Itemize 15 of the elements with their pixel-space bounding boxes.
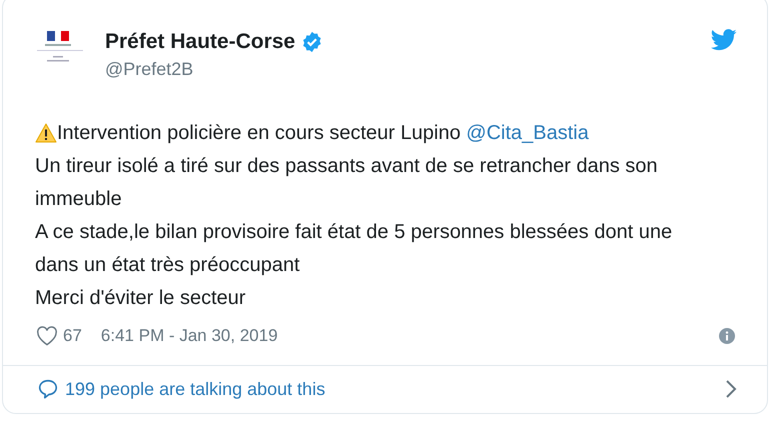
- tweet-text: A ce stade,le bilan provisoire fait état de 5 personnes blessées dont une dans un état très préoccupant: [35, 220, 674, 278]
- conversation-link[interactable]: 199 people are talking about this: [3, 366, 767, 413]
- tweet-text: Un tireur isolé a tiré sur des passants avant de se retrancher dans son immeuble: [35, 154, 659, 212]
- mention-link[interactable]: @Cita_Bastia: [466, 122, 589, 144]
- info-icon[interactable]: [719, 328, 735, 344]
- account-handle[interactable]: @Prefet2B: [105, 57, 324, 81]
- comment-icon: [37, 378, 59, 400]
- bird-icon[interactable]: [711, 29, 737, 51]
- tweet-text: Intervention policière en cours secteur Lupino @Cita_Bastia: [57, 121, 589, 146]
- account-name[interactable]: Préfet Haute-Corse: [105, 29, 296, 55]
- like-count[interactable]: 67: [63, 323, 82, 348]
- tweet-timestamp[interactable]: 6:41 PM - Jan 30, 2019: [100, 323, 278, 348]
- tweet-text: Merci d'éviter le secteur: [35, 286, 246, 311]
- chevron-right-icon[interactable]: [725, 379, 737, 400]
- heart-icon[interactable]: [36, 326, 58, 346]
